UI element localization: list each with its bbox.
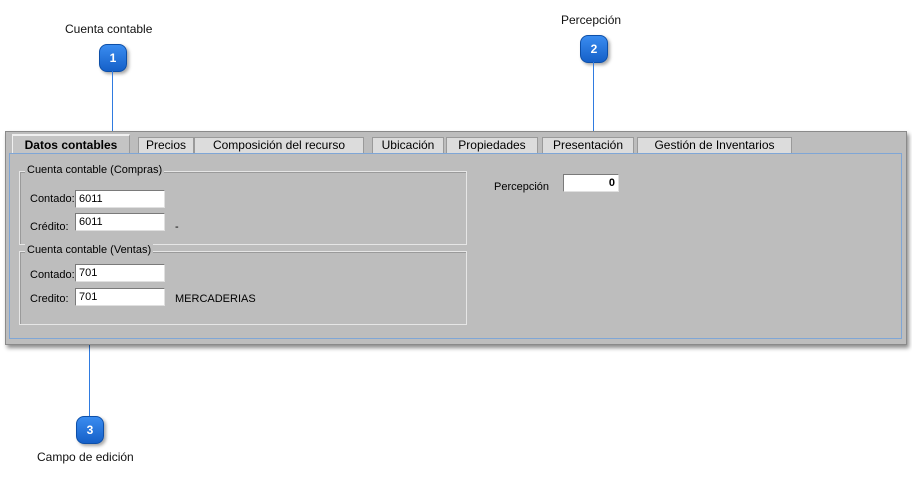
compras-credito-field[interactable]: 6011 — [75, 213, 165, 231]
credito-label: Crédito: — [30, 221, 69, 233]
tab-label: Propiedades — [458, 138, 526, 152]
callout-label-3: Campo de edición — [37, 450, 134, 464]
contado-label: Contado: — [30, 193, 75, 205]
tab-gestion-de-inventarios[interactable]: Gestión de Inventarios — [637, 137, 792, 153]
tab-presentacion[interactable]: Presentación — [542, 137, 634, 153]
callout-badge-2: 2 — [580, 35, 608, 63]
ventas-contado-field[interactable]: 701 — [75, 264, 165, 282]
tab-strip: Datos contables Precios Composición del … — [6, 132, 906, 154]
tab-label: Presentación — [552, 138, 624, 152]
callout-badge-3: 3 — [76, 416, 104, 444]
tab-label: Gestión de Inventarios — [654, 138, 775, 152]
ventas-credito-description: MERCADERIAS — [175, 293, 256, 305]
credito-label: Credito: — [30, 293, 69, 305]
group-cuenta-contable-ventas: Cuenta contable (Ventas) Contado: 701 Cr… — [19, 244, 467, 325]
percepcion-label: Percepción — [494, 181, 550, 193]
group-title: Cuenta contable (Ventas) — [25, 244, 154, 256]
percepcion-field[interactable]: 0 — [563, 174, 619, 192]
tab-composicion-del-recurso[interactable]: Composición del recurso — [194, 137, 364, 153]
compras-contado-field[interactable]: 6011 — [75, 190, 165, 208]
tab-ubicacion[interactable]: Ubicación — [372, 137, 444, 153]
group-cuenta-contable-compras: Cuenta contable (Compras) Contado: 6011 … — [19, 164, 467, 245]
tab-label: Ubicación — [381, 138, 435, 152]
tab-label: Precios — [145, 138, 186, 152]
tab-datos-contables[interactable]: Datos contables — [12, 134, 130, 154]
callout-badge-1: 1 — [99, 44, 127, 72]
callout-label-1: Cuenta contable — [65, 22, 153, 36]
tab-label: Composición del recurso — [212, 138, 346, 152]
compras-credito-description: - — [175, 221, 179, 233]
callout-label-2: Percepción — [561, 13, 622, 27]
ventas-credito-field[interactable]: 701 — [75, 288, 165, 306]
resource-form-window: Datos contables Precios Composición del … — [5, 131, 907, 345]
tab-label: Datos contables — [24, 138, 118, 152]
contado-label: Contado: — [30, 269, 75, 281]
tab-precios[interactable]: Precios — [138, 137, 194, 153]
group-title: Cuenta contable (Compras) — [25, 164, 165, 176]
tab-panel-datos-contables: Cuenta contable (Compras) Contado: 6011 … — [9, 153, 902, 339]
tab-propiedades[interactable]: Propiedades — [446, 137, 538, 153]
